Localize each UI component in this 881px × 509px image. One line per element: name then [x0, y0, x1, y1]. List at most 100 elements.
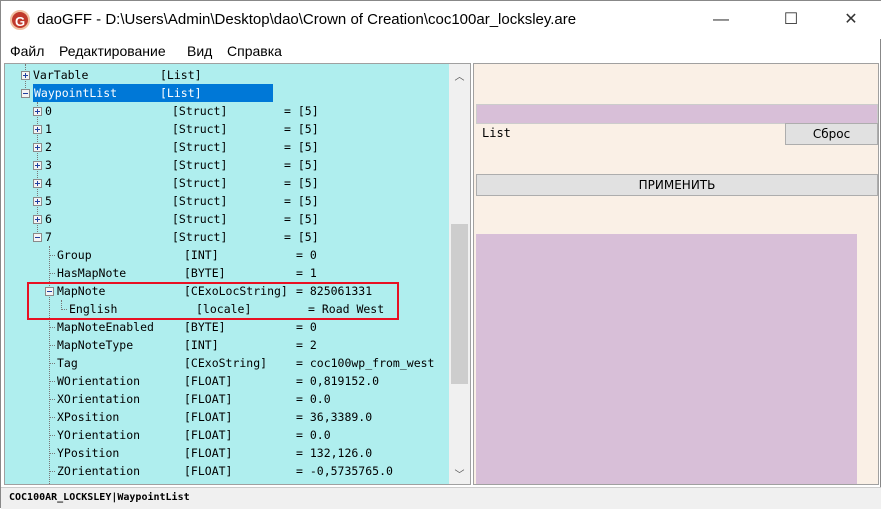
node-type: [CExoString]	[184, 356, 268, 370]
tree-node[interactable]: 5 [Struct] = [5]	[5, 192, 452, 210]
node-name: HasMapNote	[57, 266, 127, 280]
scroll-down-icon[interactable]: ﹀	[449, 466, 470, 481]
tree-node[interactable]: Group [INT] = 0	[5, 246, 452, 264]
node-value: = 0.0	[296, 428, 331, 442]
tree-node[interactable]: XPosition [FLOAT] = 36,3389.0	[5, 408, 452, 426]
node-name: WaypointList	[33, 84, 273, 102]
node-type: [FLOAT]	[184, 374, 233, 388]
field-editor-panel: List Сброс ПРИМЕНИТЬ	[473, 63, 879, 485]
node-type: [FLOAT]	[184, 446, 233, 460]
apply-button[interactable]: ПРИМЕНИТЬ	[476, 174, 878, 196]
close-button[interactable]: ✕	[828, 1, 874, 39]
expand-icon[interactable]	[33, 179, 42, 188]
node-name: 1	[45, 122, 52, 136]
tree-node[interactable]: YOrientation [FLOAT] = 0.0	[5, 426, 452, 444]
tree-node[interactable]: 6 [Struct] = [5]	[5, 210, 452, 228]
node-type: [Struct]	[172, 194, 228, 208]
node-name: WOrientation	[57, 374, 141, 388]
node-value: = [5]	[284, 140, 319, 154]
collapse-icon[interactable]	[21, 89, 30, 98]
minimize-button[interactable]: —	[698, 1, 744, 39]
field-type-label: List	[482, 126, 511, 140]
node-value: = [5]	[284, 194, 319, 208]
title-bar: G daoGFF - D:\Users\Admin\Desktop\dao\Cr…	[1, 1, 881, 39]
node-name: ZOrientation	[57, 464, 141, 478]
tree-node[interactable]: 4 [Struct] = [5]	[5, 174, 452, 192]
tree-node[interactable]: 1 [Struct] = [5]	[5, 120, 452, 138]
status-bar: COC100AR_LOCKSLEY|WaypointList	[1, 487, 881, 509]
reset-button[interactable]: Сброс	[785, 123, 878, 145]
tree-node[interactable]: MapNoteType [INT] = 2	[5, 336, 452, 354]
tree-node[interactable]: 0 [Struct] = [5]	[5, 102, 452, 120]
node-type: [List]	[160, 68, 202, 82]
node-type: [FLOAT]	[184, 480, 232, 484]
tree-node[interactable]: XOrientation [FLOAT] = 0.0	[5, 390, 452, 408]
app-logo-icon: G	[10, 10, 30, 30]
node-type: [BYTE]	[184, 266, 226, 280]
tree-node[interactable]: 2 [Struct] = [5]	[5, 138, 452, 156]
collapse-icon[interactable]	[33, 233, 42, 242]
menu-file[interactable]: Файл	[10, 43, 44, 59]
menu-edit[interactable]: Редактирование	[59, 43, 166, 59]
node-type: [Struct]	[172, 158, 228, 172]
tree-node[interactable]: HasMapNote [BYTE] = 1	[5, 264, 452, 282]
node-value: = coc100wp_from_west	[296, 356, 435, 370]
node-type: [Struct]	[172, 176, 228, 190]
menu-view[interactable]: Вид	[187, 43, 212, 59]
node-name: 0	[45, 104, 52, 118]
node-value: = [5]	[284, 212, 319, 226]
node-type: [BYTE]	[184, 320, 226, 334]
tree-node[interactable]: ZPosition [FLOAT] = 0.0	[5, 480, 452, 484]
node-name: XOrientation	[57, 392, 141, 406]
node-name: YOrientation	[57, 428, 141, 442]
node-name: ZPosition	[57, 480, 119, 484]
node-value: = [5]	[284, 230, 319, 244]
node-name: XPosition	[57, 410, 120, 424]
scroll-thumb[interactable]	[451, 224, 468, 384]
gff-tree-view[interactable]: VarTable [List] WaypointList [List] 0 [Struct…	[4, 63, 471, 485]
tree-node[interactable]: ZOrientation [FLOAT] = -0,5735765.0	[5, 462, 452, 480]
node-name: VarTable	[33, 68, 89, 82]
maximize-button[interactable]: ☐	[768, 1, 814, 39]
mapnote-highlight-box	[27, 282, 399, 320]
node-type: [FLOAT]	[184, 464, 233, 478]
expand-icon[interactable]	[33, 215, 42, 224]
expand-icon[interactable]	[21, 71, 30, 80]
tree-node[interactable]: VarTable [List]	[5, 66, 452, 84]
tree-node[interactable]: WaypointList [List]	[5, 84, 452, 102]
node-value: = [5]	[284, 176, 319, 190]
expand-icon[interactable]	[33, 107, 42, 116]
node-name: Tag	[57, 356, 78, 370]
node-value: = 1	[296, 266, 317, 280]
node-name: 3	[45, 158, 52, 172]
value-text-area[interactable]	[476, 234, 857, 484]
tree-node[interactable]: Tag [CExoString] = coc100wp_from_west	[5, 354, 452, 372]
node-value: = 0,819152.0	[296, 374, 380, 388]
scroll-up-icon[interactable]: ︿	[449, 68, 470, 83]
node-value: = -0,5735765.0	[296, 464, 393, 478]
node-type: [INT]	[184, 338, 219, 352]
node-type: [FLOAT]	[184, 392, 233, 406]
expand-icon[interactable]	[33, 161, 42, 170]
tree-node[interactable]: MapNoteEnabled [BYTE] = 0	[5, 318, 452, 336]
node-name: 7	[45, 230, 52, 244]
node-type: [Struct]	[172, 230, 228, 244]
value-input[interactable]	[476, 104, 878, 124]
node-value: = [5]	[284, 122, 319, 136]
vertical-scrollbar[interactable]: ︿ ﹀	[449, 64, 470, 484]
menu-help[interactable]: Справка	[227, 43, 282, 59]
node-value: = 0.0	[296, 480, 331, 484]
tree-node[interactable]: YPosition [FLOAT] = 132,126.0	[5, 444, 452, 462]
node-value: = [5]	[284, 158, 319, 172]
node-name: Group	[57, 248, 92, 262]
node-type: [List]	[160, 86, 202, 100]
node-type: [Struct]	[172, 122, 228, 136]
tree-node[interactable]: 3 [Struct] = [5]	[5, 156, 452, 174]
expand-icon[interactable]	[33, 197, 42, 206]
node-type: [FLOAT]	[184, 428, 233, 442]
tree-node[interactable]: WOrientation [FLOAT] = 0,819152.0	[5, 372, 452, 390]
node-value: = 36,3389.0	[296, 410, 373, 424]
tree-node[interactable]: 7 [Struct] = [5]	[5, 228, 452, 246]
expand-icon[interactable]	[33, 143, 42, 152]
expand-icon[interactable]	[33, 125, 42, 134]
